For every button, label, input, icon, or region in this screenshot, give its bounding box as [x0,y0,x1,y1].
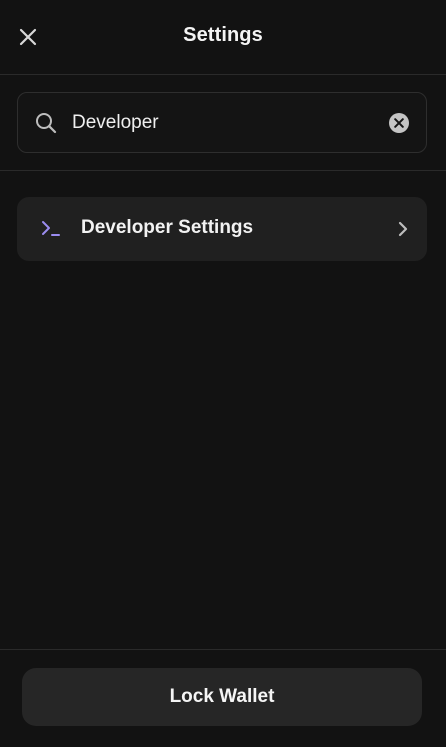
list-item-label: Developer Settings [81,217,254,238]
lock-wallet-button[interactable]: Lock Wallet [22,668,422,726]
search-bar[interactable] [17,92,427,153]
terminal-icon [42,221,60,236]
footer: Lock Wallet [0,649,446,747]
search-icon [36,113,57,134]
clear-search-button[interactable] [388,112,410,134]
settings-panel: Settings Developer Settings Lock Wallet [0,0,446,747]
search-divider [0,170,446,171]
search-input[interactable] [72,105,372,141]
chevron-right-icon [398,221,408,237]
list-item-developer-settings[interactable]: Developer Settings [17,197,427,261]
page-title: Settings [183,24,263,46]
settings-header: Settings [0,0,446,75]
